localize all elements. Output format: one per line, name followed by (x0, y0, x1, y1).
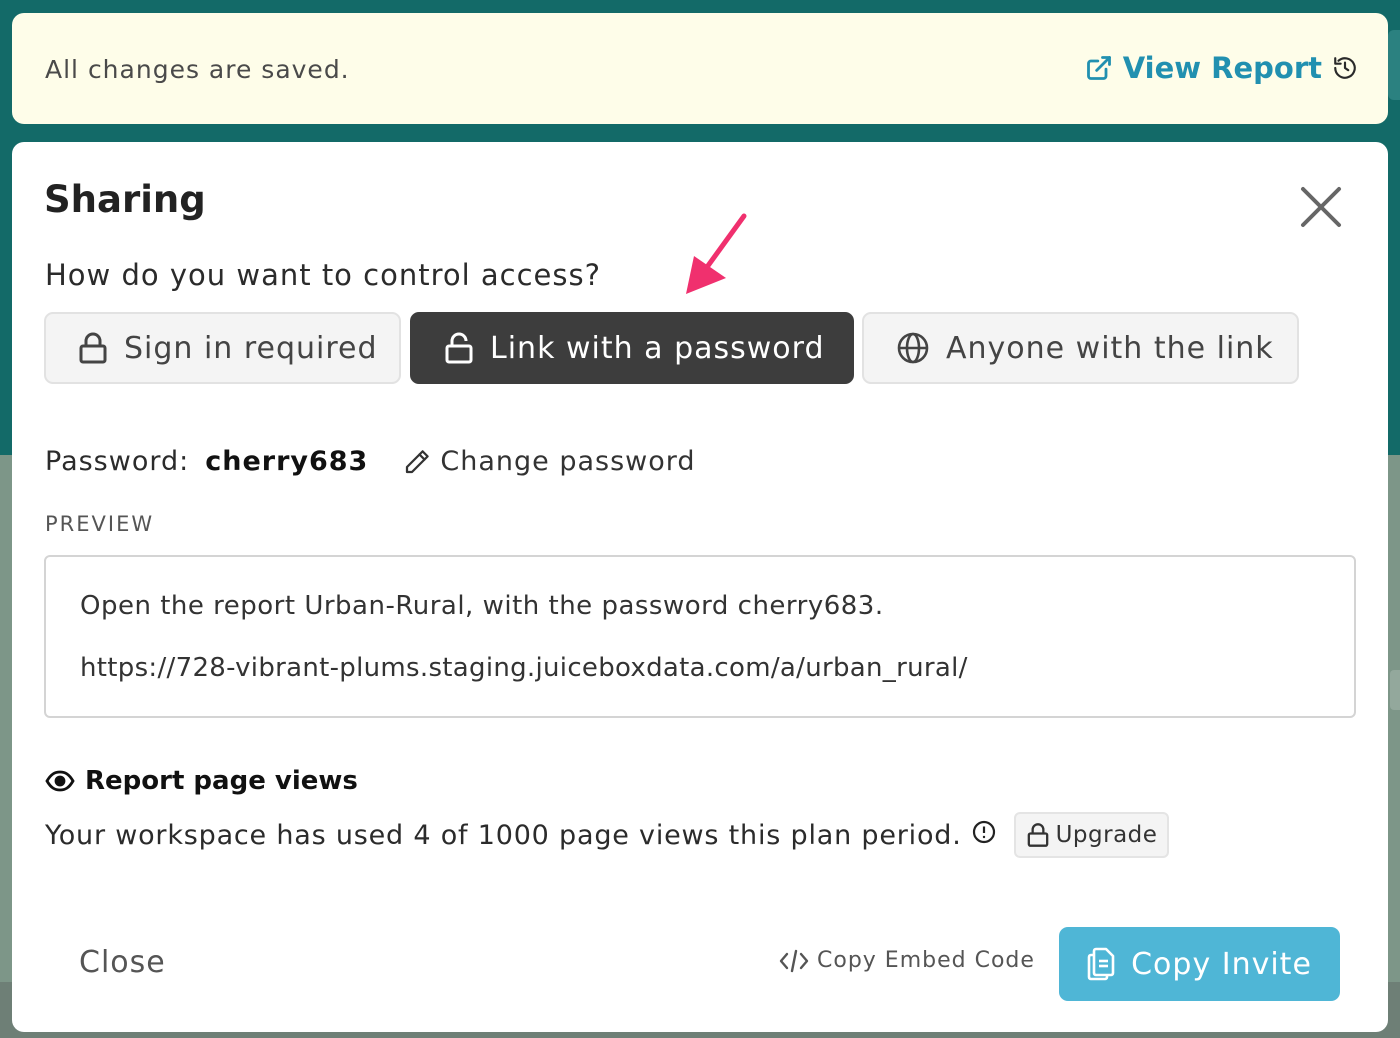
lock-icon (1026, 822, 1056, 848)
preview-url: https://728-vibrant-plums.staging.juiceb… (80, 653, 968, 683)
code-icon (779, 949, 817, 973)
copy-embed-code-button[interactable]: Copy Embed Code (779, 948, 1035, 973)
upgrade-button[interactable]: Upgrade (1013, 812, 1170, 858)
access-option-anyone-with-link[interactable]: Anyone with the link (862, 312, 1299, 384)
preview-label: PREVIEW (45, 512, 155, 536)
sharing-modal: Sharing How do you want to control acces… (12, 142, 1388, 1032)
info-icon[interactable] (972, 820, 996, 851)
copy-invite-button[interactable]: Copy Invite (1059, 927, 1340, 1001)
page-views-usage-text: Your workspace has used 4 of 1000 page v… (45, 819, 962, 851)
history-icon[interactable] (1332, 55, 1358, 81)
background-side-tab (1388, 30, 1400, 100)
save-status-banner: All changes are saved. View Report (12, 13, 1388, 124)
page-views-usage: Your workspace has used 4 of 1000 page v… (45, 812, 1170, 858)
password-value: cherry683 (205, 446, 369, 477)
unlock-icon (444, 331, 490, 365)
access-option-label: Sign in required (124, 330, 378, 366)
globe-icon (896, 331, 946, 365)
change-password-label: Change password (440, 446, 696, 477)
access-option-sign-in-required[interactable]: Sign in required (44, 312, 401, 384)
page-views-heading: Report page views (45, 766, 358, 796)
close-icon[interactable] (1296, 182, 1346, 232)
upgrade-label: Upgrade (1055, 822, 1158, 848)
access-question: How do you want to control access? (45, 258, 601, 292)
close-button[interactable]: Close (79, 945, 166, 980)
view-report-label: View Report (1122, 51, 1322, 85)
copy-invite-label: Copy Invite (1131, 946, 1312, 982)
password-row: Password: cherry683 Change password (45, 446, 696, 477)
modal-title: Sharing (44, 178, 206, 221)
eye-icon (45, 770, 85, 792)
access-option-label: Anyone with the link (946, 330, 1274, 366)
copy-icon (1087, 947, 1131, 981)
change-password-button[interactable]: Change password (402, 446, 695, 477)
background-side-tab (1390, 670, 1400, 710)
pencil-icon (402, 447, 440, 477)
external-link-icon (1085, 54, 1113, 82)
preview-box: Open the report Urban-Rural, with the pa… (44, 555, 1356, 718)
preview-message: Open the report Urban-Rural, with the pa… (80, 591, 884, 621)
lock-icon (78, 331, 124, 365)
copy-embed-code-label: Copy Embed Code (817, 948, 1035, 973)
password-label: Password: (45, 446, 190, 477)
annotation-arrow-icon (680, 212, 760, 306)
save-status-text: All changes are saved. (45, 55, 350, 84)
view-report-link[interactable]: View Report (1085, 51, 1358, 85)
access-option-label: Link with a password (490, 330, 825, 366)
page-views-heading-text: Report page views (85, 766, 358, 796)
access-option-link-with-password[interactable]: Link with a password (410, 312, 854, 384)
